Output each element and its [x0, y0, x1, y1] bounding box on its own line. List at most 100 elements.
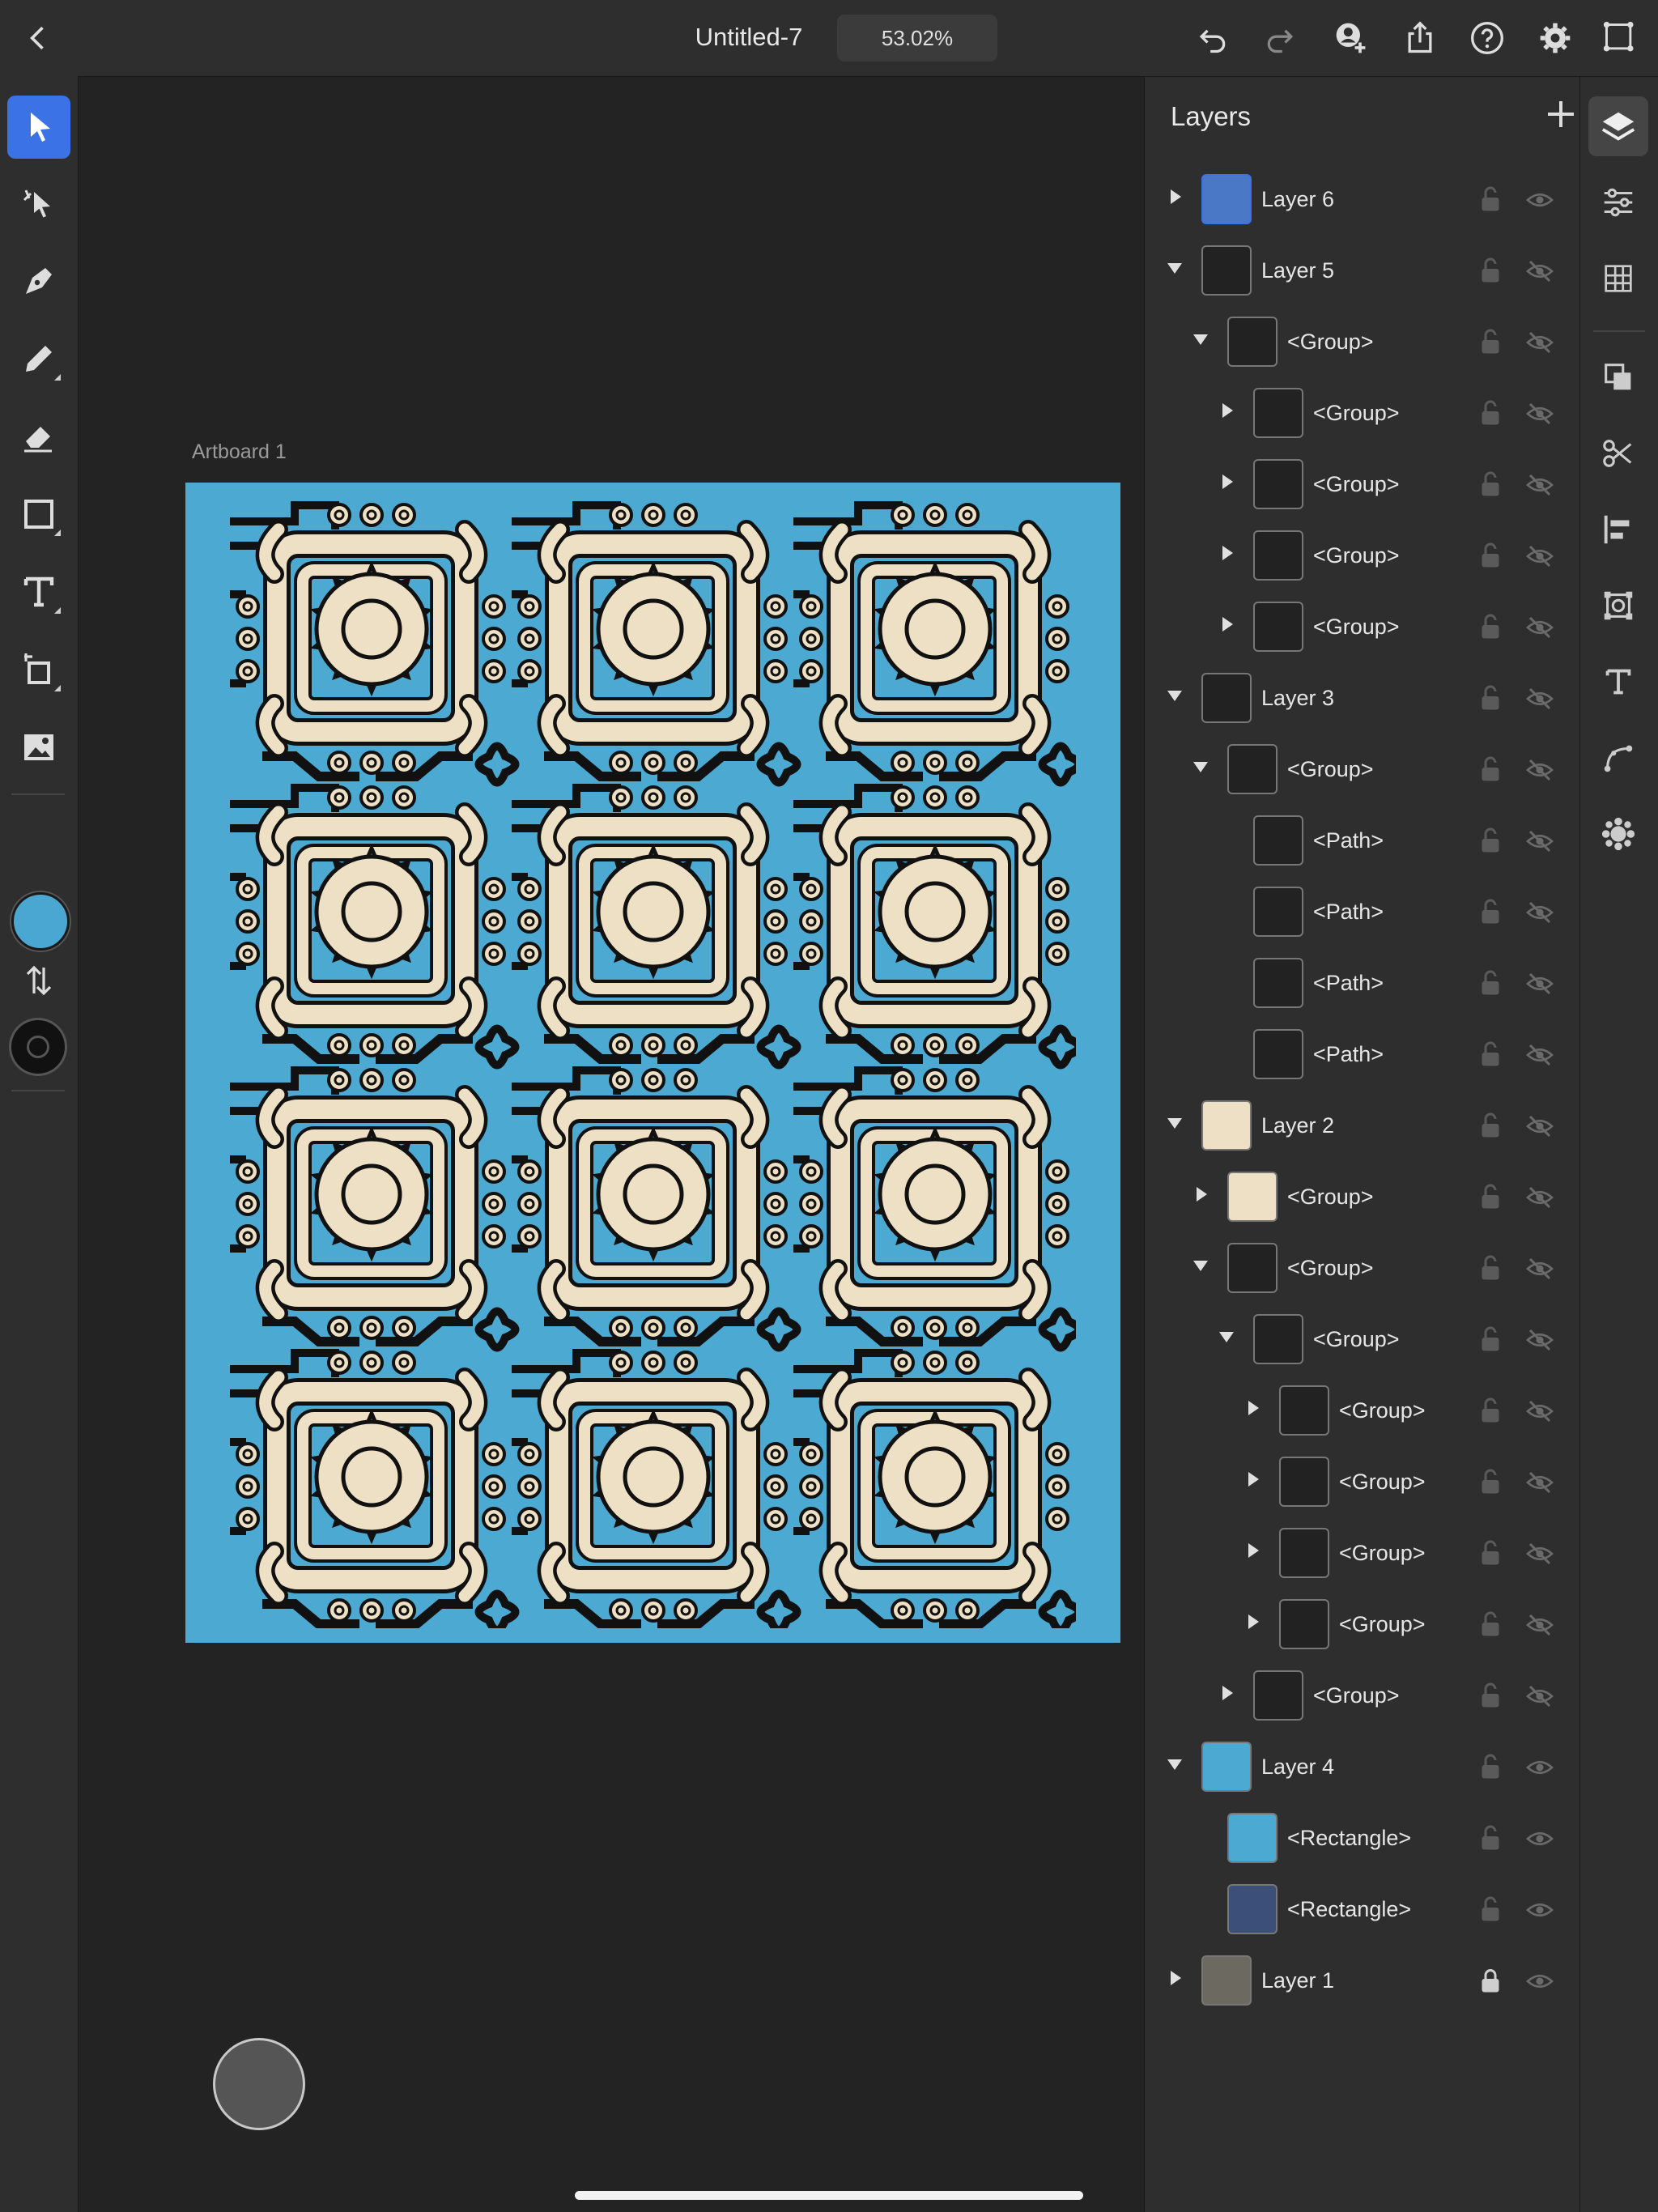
- lock-open-icon[interactable]: [1476, 1254, 1505, 1283]
- pencil-tool[interactable]: [7, 327, 70, 390]
- lock-open-icon[interactable]: [1476, 470, 1505, 500]
- shape-builder-tool[interactable]: [7, 638, 70, 701]
- eye-hidden-icon[interactable]: [1525, 1610, 1554, 1640]
- grid-button[interactable]: [1588, 249, 1648, 308]
- text-style-button[interactable]: [1588, 652, 1648, 712]
- share-icon[interactable]: [1397, 15, 1443, 62]
- lock-open-icon[interactable]: [1476, 1325, 1505, 1355]
- layer-row[interactable]: Layer 1: [1145, 1946, 1579, 2017]
- fill-swatch[interactable]: [11, 892, 70, 951]
- layer-row[interactable]: <Path>: [1145, 1019, 1579, 1091]
- disclosure-open-icon[interactable]: [1193, 1261, 1208, 1271]
- lock-open-icon[interactable]: [1476, 399, 1505, 428]
- lock-open-icon[interactable]: [1476, 185, 1505, 215]
- layer-row[interactable]: <Rectangle>: [1145, 1874, 1579, 1946]
- eye-hidden-icon[interactable]: [1525, 1112, 1554, 1141]
- layers-panel-button[interactable]: [1588, 96, 1648, 156]
- undo-icon[interactable]: [1188, 15, 1235, 62]
- transform-icon[interactable]: [1596, 15, 1643, 62]
- type-tool[interactable]: [7, 560, 70, 623]
- eye-hidden-icon[interactable]: [1525, 542, 1554, 571]
- disclosure-open-icon[interactable]: [1167, 691, 1182, 701]
- eye-icon[interactable]: [1525, 1753, 1554, 1782]
- path-button[interactable]: [1588, 728, 1648, 788]
- lock-open-icon[interactable]: [1476, 1610, 1505, 1640]
- eye-hidden-icon[interactable]: [1525, 898, 1554, 927]
- settings-icon[interactable]: [1532, 15, 1579, 62]
- layer-row[interactable]: <Group>: [1145, 734, 1579, 806]
- layer-row[interactable]: <Path>: [1145, 948, 1579, 1019]
- lock-open-icon[interactable]: [1476, 1895, 1505, 1925]
- align-button[interactable]: [1588, 500, 1648, 559]
- direct-select-tool[interactable]: [7, 172, 70, 235]
- layer-row[interactable]: <Group>: [1145, 1661, 1579, 1732]
- cut-button[interactable]: [1588, 423, 1648, 483]
- layer-row[interactable]: <Group>: [1145, 378, 1579, 449]
- invite-user-icon[interactable]: [1328, 15, 1375, 62]
- lock-open-icon[interactable]: [1476, 684, 1505, 713]
- eye-hidden-icon[interactable]: [1525, 1325, 1554, 1355]
- artboard[interactable]: [185, 483, 1120, 1643]
- eye-hidden-icon[interactable]: [1525, 328, 1554, 357]
- eye-hidden-icon[interactable]: [1525, 1183, 1554, 1212]
- layer-row[interactable]: <Group>: [1145, 449, 1579, 521]
- repeat-grid-button[interactable]: [1588, 576, 1648, 636]
- disclosure-closed-icon[interactable]: [1222, 1686, 1233, 1700]
- artboard-label[interactable]: Artboard 1: [192, 440, 287, 464]
- eye-hidden-icon[interactable]: [1525, 399, 1554, 428]
- eye-icon[interactable]: [1525, 1824, 1554, 1853]
- eye-hidden-icon[interactable]: [1525, 684, 1554, 713]
- layer-row[interactable]: <Group>: [1145, 307, 1579, 378]
- lock-closed-icon[interactable]: [1476, 1967, 1505, 1996]
- lock-open-icon[interactable]: [1476, 1539, 1505, 1568]
- eye-hidden-icon[interactable]: [1525, 257, 1554, 286]
- layer-row[interactable]: Layer 5: [1145, 236, 1579, 307]
- disclosure-closed-icon[interactable]: [1248, 1543, 1259, 1558]
- disclosure-closed-icon[interactable]: [1197, 1187, 1207, 1202]
- lock-open-icon[interactable]: [1476, 827, 1505, 856]
- eye-hidden-icon[interactable]: [1525, 755, 1554, 785]
- lock-open-icon[interactable]: [1476, 1824, 1505, 1853]
- lock-open-icon[interactable]: [1476, 328, 1505, 357]
- help-icon[interactable]: [1464, 15, 1511, 62]
- disclosure-closed-icon[interactable]: [1222, 474, 1233, 489]
- lock-open-icon[interactable]: [1476, 257, 1505, 286]
- layer-row[interactable]: <Group>: [1145, 1162, 1579, 1233]
- lock-open-icon[interactable]: [1476, 542, 1505, 571]
- disclosure-closed-icon[interactable]: [1222, 403, 1233, 418]
- disclosure-open-icon[interactable]: [1167, 1118, 1182, 1129]
- layer-row[interactable]: <Group>: [1145, 1304, 1579, 1376]
- lock-open-icon[interactable]: [1476, 755, 1505, 785]
- layer-row[interactable]: <Group>: [1145, 1589, 1579, 1661]
- properties-button[interactable]: [1588, 172, 1648, 232]
- eye-hidden-icon[interactable]: [1525, 1397, 1554, 1426]
- disclosure-closed-icon[interactable]: [1171, 189, 1181, 204]
- pattern-button[interactable]: [1588, 804, 1648, 864]
- touch-shortcut-button[interactable]: [213, 2038, 305, 2130]
- eye-hidden-icon[interactable]: [1525, 1468, 1554, 1497]
- eye-hidden-icon[interactable]: [1525, 1539, 1554, 1568]
- disclosure-open-icon[interactable]: [1167, 1759, 1182, 1770]
- eye-icon[interactable]: [1525, 1967, 1554, 1996]
- disclosure-open-icon[interactable]: [1219, 1332, 1234, 1342]
- document-title[interactable]: Untitled-7: [672, 23, 826, 52]
- redo-icon[interactable]: [1257, 15, 1304, 62]
- rectangle-tool[interactable]: [7, 483, 70, 546]
- disclosure-closed-icon[interactable]: [1248, 1472, 1259, 1487]
- disclosure-open-icon[interactable]: [1193, 334, 1208, 345]
- lock-open-icon[interactable]: [1476, 969, 1505, 998]
- eye-hidden-icon[interactable]: [1525, 969, 1554, 998]
- lock-open-icon[interactable]: [1476, 1397, 1505, 1426]
- layer-row[interactable]: <Group>: [1145, 1518, 1579, 1589]
- layer-row[interactable]: <Group>: [1145, 1447, 1579, 1518]
- back-chevron-icon[interactable]: [15, 15, 62, 62]
- lock-open-icon[interactable]: [1476, 898, 1505, 927]
- layer-row[interactable]: <Group>: [1145, 1376, 1579, 1447]
- eye-icon[interactable]: [1525, 1895, 1554, 1925]
- lock-open-icon[interactable]: [1476, 1468, 1505, 1497]
- add-layer-button[interactable]: [1541, 95, 1580, 134]
- disclosure-closed-icon[interactable]: [1222, 617, 1233, 632]
- select-tool[interactable]: [7, 96, 70, 159]
- lock-open-icon[interactable]: [1476, 1183, 1505, 1212]
- layer-row[interactable]: <Rectangle>: [1145, 1803, 1579, 1874]
